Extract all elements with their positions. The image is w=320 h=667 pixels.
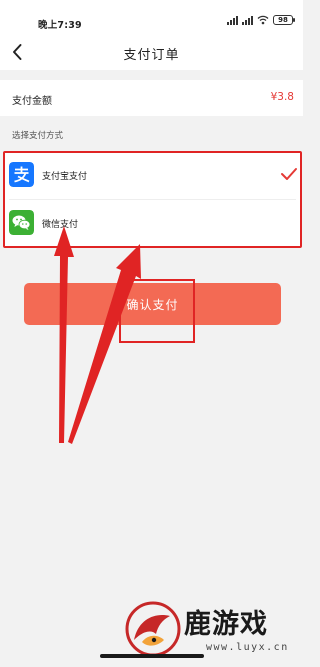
alipay-label: 支付宝支付 bbox=[42, 172, 88, 182]
amount-row: 支付金额 ¥3.8 bbox=[0, 80, 303, 116]
wifi-icon bbox=[257, 15, 269, 25]
payment-section-label: 选择支付方式 bbox=[12, 131, 64, 141]
battery-icon: 98 bbox=[273, 15, 295, 25]
payment-method-list: 支付宝支付 微信支付 bbox=[3, 152, 302, 247]
arrow-up-to-list bbox=[54, 226, 74, 443]
payment-option-alipay[interactable]: 支付宝支付 bbox=[3, 152, 302, 198]
payment-option-wechat[interactable]: 微信支付 bbox=[3, 200, 302, 246]
amount-label: 支付金额 bbox=[12, 96, 52, 107]
status-time: 晚上7:39 bbox=[38, 20, 82, 31]
amount-value: ¥3.8 bbox=[270, 91, 294, 103]
status-icons: 98 bbox=[227, 15, 295, 25]
wechat-label: 微信支付 bbox=[42, 220, 79, 230]
arrow-to-button bbox=[68, 244, 141, 444]
signal-icon-2 bbox=[242, 15, 253, 25]
confirm-pay-button[interactable]: 确认支付 bbox=[24, 283, 281, 325]
home-indicator bbox=[100, 654, 204, 658]
nav-bar: 支付订单 bbox=[0, 36, 303, 70]
checkmark-icon bbox=[281, 168, 297, 180]
watermark-text: 鹿游戏 bbox=[184, 609, 268, 640]
deer-logo-icon bbox=[125, 601, 181, 657]
watermark-url: www.luyx.cn bbox=[206, 642, 289, 653]
signal-icon bbox=[227, 15, 238, 25]
alipay-icon bbox=[9, 162, 34, 187]
page-title: 支付订单 bbox=[123, 48, 180, 63]
status-bar: 晚上7:39 98 bbox=[0, 0, 303, 36]
wechat-icon bbox=[9, 210, 34, 235]
